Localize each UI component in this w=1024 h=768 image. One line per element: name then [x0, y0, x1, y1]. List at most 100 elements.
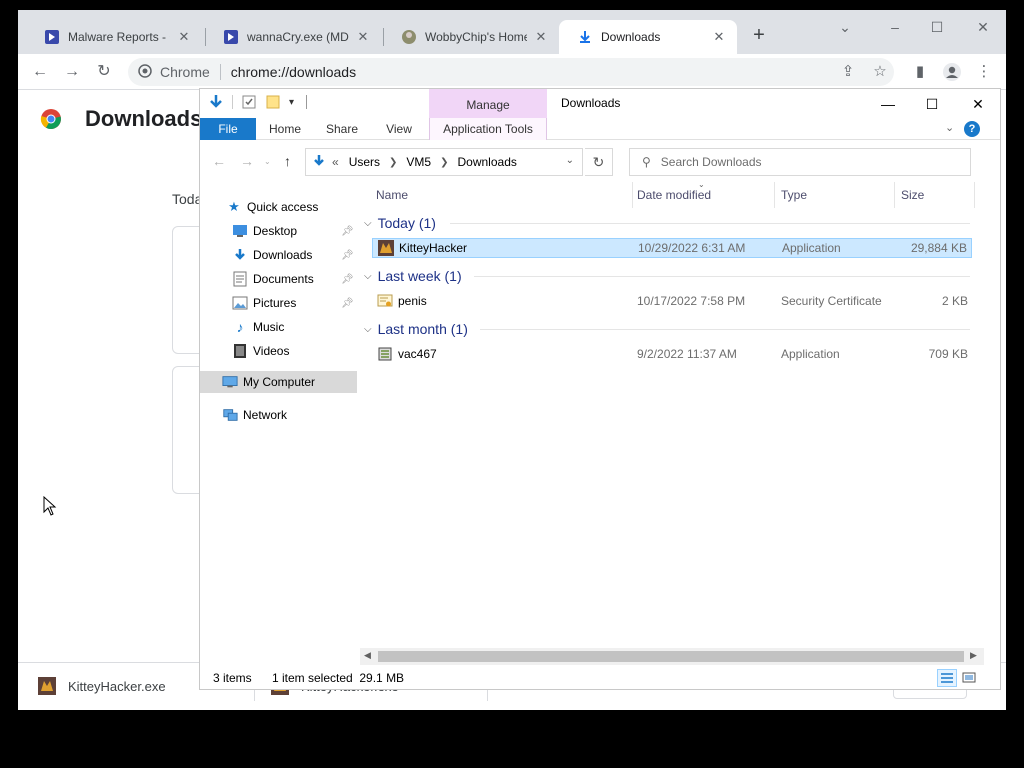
close-icon[interactable]: ✕ [355, 29, 371, 45]
file-size: 29,884 KB [910, 241, 967, 255]
quick-access-toolbar: ▾ [208, 94, 308, 110]
help-icon[interactable]: ? [964, 121, 980, 137]
scrollbar-thumb[interactable] [378, 651, 964, 662]
new-folder-icon[interactable] [265, 94, 281, 110]
file-row-vac467[interactable]: vac467 9/2/2022 11:37 AM Application 709… [372, 344, 972, 364]
side-panel-icon[interactable]: ▮ [910, 62, 930, 82]
group-divider [480, 329, 970, 330]
manage-contextual-tab[interactable]: Manage [429, 89, 547, 118]
minimize-button[interactable]: — [873, 93, 903, 115]
refresh-button[interactable]: ↻ [585, 148, 613, 176]
close-icon[interactable]: ✕ [176, 29, 192, 45]
details-view-button[interactable] [937, 669, 957, 687]
search-input[interactable]: ⚲ Search Downloads [629, 148, 971, 176]
tab-wobbychip[interactable]: WobbyChip's Homepag ✕ [383, 20, 559, 54]
minimize-button[interactable]: – [880, 16, 910, 38]
back-button[interactable]: ← [212, 153, 226, 169]
window-title: Downloads [561, 96, 621, 110]
up-button[interactable]: ↑ [284, 153, 291, 169]
address-bar[interactable]: Chrome chrome://downloads [128, 58, 894, 86]
reload-button[interactable]: ↻ [92, 60, 116, 84]
address-breadcrumb[interactable]: « Users ❯ VM5 ❯ Downloads ⌄ [305, 148, 583, 176]
share-icon[interactable]: ⇪ [838, 62, 858, 82]
group-label: Today (1) [377, 215, 436, 231]
maximize-button[interactable]: ☐ [917, 93, 947, 115]
desktop-icon [232, 223, 248, 239]
file-row-kitteyhacker[interactable]: KitteyHacker 10/29/2022 6:31 AM Applicat… [372, 238, 972, 258]
back-button[interactable]: ← [28, 60, 52, 84]
star-icon[interactable]: ☆ [870, 62, 890, 82]
group-header-last-month[interactable]: ⌵ Last month (1) [364, 317, 974, 341]
nav-pictures[interactable]: Pictures 📌︎ [200, 292, 357, 314]
profile-icon[interactable] [942, 62, 962, 82]
group-header-last-week[interactable]: ⌵ Last week (1) [364, 264, 974, 288]
explorer-titlebar: ▾ Manage Downloads — ☐ ✕ [200, 89, 1000, 118]
pin-icon[interactable]: 📌︎ [341, 226, 354, 237]
forward-button[interactable]: → [60, 60, 84, 84]
music-icon: ♪ [236, 319, 244, 335]
nav-my-computer[interactable]: My Computer [200, 371, 357, 393]
page-title: Downloads [85, 106, 203, 131]
downloads-group-label: Toda [172, 191, 203, 207]
nav-music[interactable]: ♪ Music [200, 316, 357, 338]
pin-icon[interactable]: 📌︎ [341, 250, 354, 261]
nav-documents[interactable]: Documents 📌︎ [200, 268, 357, 290]
tab-title: WobbyChip's Homepag [425, 30, 527, 44]
tab-title: Downloads [601, 30, 661, 44]
menu-icon[interactable]: ⋮ [974, 62, 994, 82]
tab-home[interactable]: Home [260, 118, 310, 140]
chevron-down-icon[interactable]: ⌵ [364, 324, 372, 335]
pin-icon[interactable]: 📌︎ [341, 274, 354, 285]
column-header-name[interactable]: Name [360, 182, 632, 208]
forward-button[interactable]: → [240, 153, 254, 169]
tab-malware-reports[interactable]: Malware Reports - On ✕ [26, 20, 202, 54]
chevron-right-icon[interactable]: ❯ [440, 157, 448, 168]
file-row-penis[interactable]: penis 10/17/2022 7:58 PM Security Certif… [372, 291, 972, 311]
column-header-date[interactable]: Date modified [621, 182, 765, 208]
star-icon: ★ [228, 199, 240, 214]
close-window-button[interactable]: ✕ [963, 93, 993, 115]
tab-file[interactable]: File [200, 118, 256, 140]
download-arrow-icon[interactable] [208, 94, 224, 110]
pin-icon[interactable]: 📌︎ [341, 298, 354, 309]
close-icon[interactable]: ✕ [533, 29, 549, 45]
tab-view[interactable]: View [374, 118, 424, 140]
close-icon[interactable]: ✕ [711, 29, 727, 45]
close-window-button[interactable]: ✕ [968, 16, 998, 38]
scroll-left-icon[interactable]: ◀ [364, 650, 371, 661]
horizontal-scrollbar[interactable]: ◀ ▶ [360, 648, 984, 665]
properties-icon[interactable] [241, 94, 257, 110]
chevron-down-icon[interactable]: ⌄ [566, 155, 574, 166]
nav-downloads[interactable]: Downloads 📌︎ [200, 244, 357, 266]
breadcrumb-users[interactable]: Users [349, 155, 380, 169]
recent-locations-icon[interactable]: ⌄ [264, 157, 271, 166]
chevron-down-icon[interactable]: ⌄ [830, 16, 860, 38]
new-tab-button[interactable]: + [748, 24, 770, 46]
tab-share[interactable]: Share [317, 118, 367, 140]
column-header-type[interactable]: Type [765, 182, 883, 208]
nav-quick-access[interactable]: ★ Quick access [200, 196, 357, 218]
vt-icon [44, 29, 60, 45]
column-divider[interactable] [974, 182, 975, 208]
breadcrumb-downloads[interactable]: Downloads [458, 155, 517, 169]
breadcrumb-vm5[interactable]: VM5 [406, 155, 431, 169]
breadcrumb-overflow[interactable]: « [332, 155, 339, 169]
tab-downloads[interactable]: Downloads ✕ [559, 20, 737, 54]
large-icons-view-button[interactable] [959, 669, 979, 687]
nav-videos[interactable]: Videos [200, 340, 357, 362]
tab-application-tools[interactable]: Application Tools [429, 118, 547, 140]
maximize-button[interactable]: ☐ [922, 16, 952, 38]
group-header-today[interactable]: ⌵ Today (1) [364, 211, 974, 235]
chevron-right-icon[interactable]: ❯ [389, 157, 397, 168]
column-header-size[interactable]: Size [885, 182, 975, 208]
expand-ribbon-icon[interactable]: ⌄ [945, 121, 954, 134]
qat-dropdown-icon[interactable]: ▾ [289, 97, 294, 108]
nav-desktop[interactable]: Desktop 📌︎ [200, 220, 357, 242]
tab-wannacry[interactable]: wannaCry.exe (MD5: ✕ [205, 20, 381, 54]
chevron-down-icon[interactable]: ⌵ [364, 218, 372, 229]
shelf-download-item[interactable]: KitteyHacker.exe [38, 673, 166, 699]
scroll-right-icon[interactable]: ▶ [970, 650, 977, 661]
nav-network[interactable]: Network [200, 404, 357, 426]
omnibox-chip-label: Chrome [160, 64, 210, 80]
chevron-down-icon[interactable]: ⌵ [364, 271, 372, 282]
